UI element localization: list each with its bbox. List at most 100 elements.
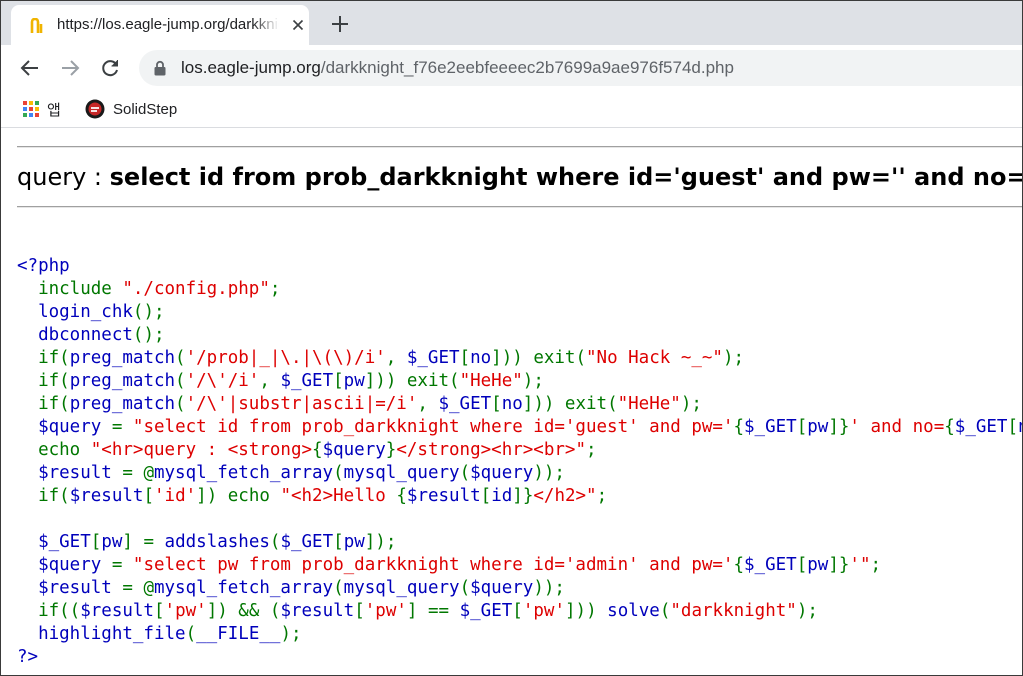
code-token: if(( xyxy=(17,601,81,621)
code-token: ); xyxy=(522,371,544,391)
code-token: ] = xyxy=(122,532,165,552)
code-token: ); xyxy=(722,348,745,368)
code-line: if(($result['pw']) && ($result['pw'] == … xyxy=(17,600,1022,623)
code-token: ] == xyxy=(406,601,460,621)
code-line: login_chk(); xyxy=(17,301,1022,324)
code-token: $query xyxy=(38,555,112,575)
code-token: preg_match xyxy=(69,394,176,414)
code-token: 'pw' xyxy=(364,601,407,621)
code-token: [ xyxy=(512,601,523,621)
code-line: <?php xyxy=(17,255,1022,278)
code-token: if( xyxy=(17,394,70,414)
back-arrow-icon[interactable] xyxy=(18,56,42,80)
bookmark-solidstep[interactable]: SolidStep xyxy=(85,97,177,121)
code-token: $query xyxy=(38,417,112,437)
bookmark-apps[interactable]: 앱 xyxy=(23,97,61,121)
tab-strip: https://los.eagle-jump.org/darkknight_f7… xyxy=(1,1,1022,45)
code-token: </h2>" xyxy=(533,486,597,506)
code-token: (); xyxy=(132,325,165,345)
code-token: [ xyxy=(333,371,344,391)
code-token: ])) exit( xyxy=(491,348,586,368)
code-token: ]) echo xyxy=(196,486,281,506)
code-token: [ xyxy=(796,555,808,575)
code-token: '" xyxy=(849,555,871,575)
plus-icon[interactable] xyxy=(329,13,351,35)
url-host: los.eagle-jump.org xyxy=(181,58,321,77)
url-text[interactable]: los.eagle-jump.org/darkknight_f76e2eebfe… xyxy=(181,58,734,78)
code-token: $result xyxy=(280,601,355,621)
code-token: ])) xyxy=(565,601,608,621)
code-token: if( xyxy=(17,486,70,506)
code-token: echo xyxy=(17,440,91,460)
code-token: preg_match xyxy=(69,371,176,391)
code-token: $query xyxy=(470,578,534,598)
code-token: mysql_fetch_array xyxy=(153,578,334,598)
code-line: $query = "select id from prob_darkknight… xyxy=(17,416,1022,439)
code-token: __FILE__ xyxy=(196,624,281,644)
code-token: pw xyxy=(343,532,365,552)
code-token: if( xyxy=(17,371,70,391)
code-token: if( xyxy=(17,348,70,368)
browser-window: https://los.eagle-jump.org/darkknight_f7… xyxy=(0,0,1023,676)
code-token: pw xyxy=(807,417,829,437)
lock-icon[interactable] xyxy=(153,60,167,76)
code-token: [ xyxy=(459,348,471,368)
code-line: include "./config.php"; xyxy=(17,278,1022,301)
code-token: [ xyxy=(143,486,154,506)
code-token: "<h2>Hello xyxy=(280,486,397,506)
bookmark-solidstep-label: SolidStep xyxy=(113,100,178,118)
query-prefix: query : xyxy=(17,163,110,191)
code-line: echo "<hr>query : <strong>{$query}</stro… xyxy=(17,439,1022,462)
code-token: } xyxy=(385,440,397,460)
code-token: preg_match xyxy=(69,348,176,368)
code-token: </strong><hr><br>" xyxy=(396,440,586,460)
code-token: ; xyxy=(870,555,882,575)
code-token: = xyxy=(111,417,133,437)
code-token: ?> xyxy=(17,647,39,667)
code-token: $_GET xyxy=(954,417,1008,437)
address-bar[interactable]: los.eagle-jump.org/darkknight_f76e2eebfe… xyxy=(139,50,1022,86)
code-token: $_GET xyxy=(744,417,797,437)
code-token: $result xyxy=(406,486,481,506)
code-token: pw xyxy=(343,371,365,391)
reload-icon[interactable] xyxy=(98,56,122,80)
code-token: mysql_query xyxy=(343,578,460,598)
solidstep-logo-icon xyxy=(85,99,105,119)
code-token: [ xyxy=(796,417,808,437)
forward-arrow-icon[interactable] xyxy=(58,56,82,80)
code-line: $result = @mysql_fetch_array(mysql_query… xyxy=(17,462,1022,485)
code-token: '/prob|_|\.|\(\)/i' xyxy=(185,348,386,368)
code-token: ]} xyxy=(828,417,850,437)
code-token: ); xyxy=(680,394,702,414)
code-token: $_GET xyxy=(280,371,334,391)
code-token: solve xyxy=(607,601,660,621)
code-token: "HeHe" xyxy=(617,394,681,414)
code-token: '/\'|substr|ascii|=/i' xyxy=(185,394,418,414)
code-token: include xyxy=(17,279,123,299)
code-token: 'id' xyxy=(154,486,197,506)
code-token: [ xyxy=(491,394,502,414)
page-content: query : select id from prob_darkknight w… xyxy=(1,128,1022,675)
code-token: ' and no= xyxy=(849,417,945,437)
code-token: $_GET xyxy=(280,532,334,552)
code-token: [ xyxy=(153,601,165,621)
code-token: $result xyxy=(38,578,123,598)
close-icon[interactable] xyxy=(289,16,307,34)
code-token: addslashes xyxy=(164,532,270,552)
code-token: , xyxy=(259,371,281,391)
code-token: (); xyxy=(132,302,165,322)
eagle-jump-favicon xyxy=(30,18,43,33)
code-token: ( xyxy=(333,578,344,598)
code-token: $result xyxy=(69,486,144,506)
code-token: { xyxy=(396,486,407,506)
code-token: $_GET xyxy=(459,601,513,621)
bottom-divider xyxy=(17,206,1022,208)
code-token: <?php xyxy=(17,256,70,276)
code-token: ; xyxy=(586,440,597,460)
code-line: $_GET[pw] = addslashes($_GET[pw]); xyxy=(17,531,1022,554)
browser-tab[interactable]: https://los.eagle-jump.org/darkknight_f7… xyxy=(11,5,309,45)
